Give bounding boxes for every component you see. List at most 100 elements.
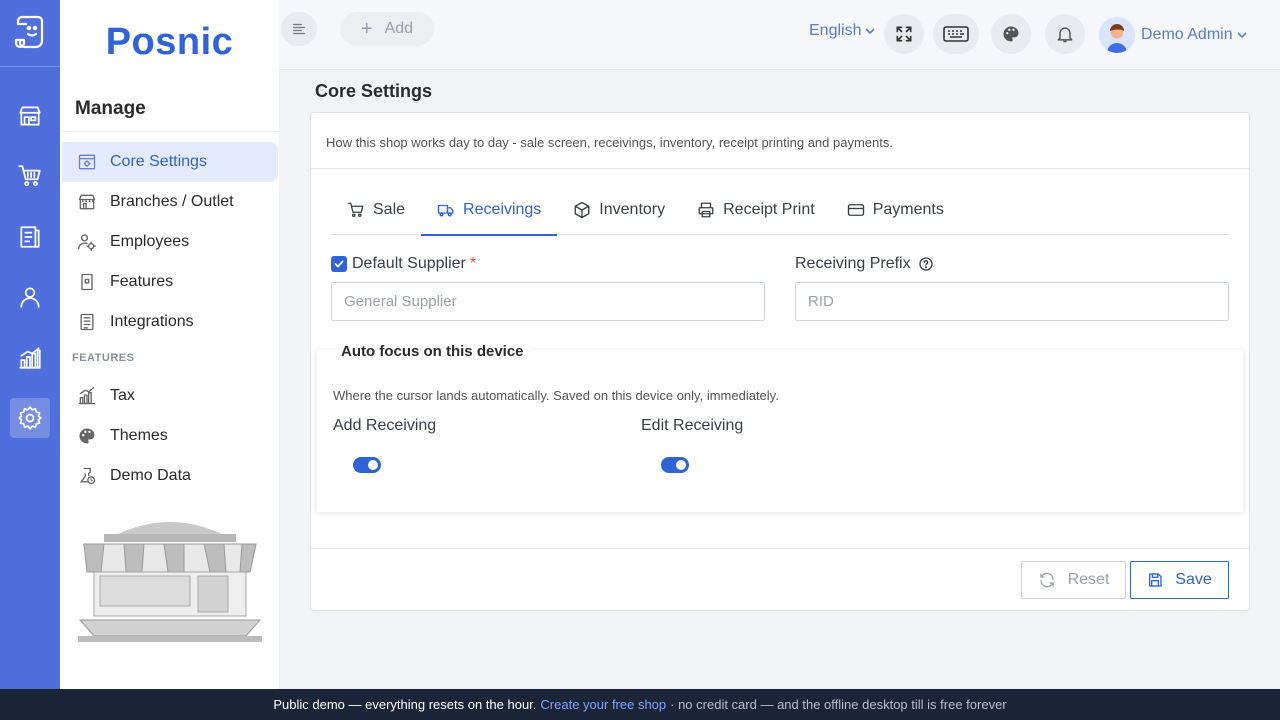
features-icon	[76, 271, 98, 293]
rail-divider	[0, 66, 60, 67]
sidebar-item-label: Themes	[110, 427, 168, 444]
required-marker: *	[469, 255, 477, 272]
tab-label: Inventory	[599, 201, 666, 218]
help-circle-icon[interactable]	[918, 256, 934, 272]
tab-inventory[interactable]: Inventory	[557, 185, 681, 235]
employees-icon	[76, 231, 98, 253]
printer-icon	[697, 201, 715, 219]
save-icon	[1147, 572, 1163, 588]
plus-icon: +	[360, 17, 373, 40]
add-button[interactable]: + Add	[340, 12, 434, 46]
card-icon	[847, 201, 865, 219]
sidebar-item-tax[interactable]: Tax	[62, 376, 278, 416]
avatar[interactable]	[1099, 17, 1135, 53]
top-header: + Add English Demo Admin	[279, 0, 1280, 70]
sidebar-divider	[60, 131, 279, 132]
save-button[interactable]: Save	[1130, 561, 1229, 599]
theme-button[interactable]	[991, 14, 1031, 54]
autofocus-description: Where the cursor lands automatically. Sa…	[333, 388, 779, 403]
demo-data-icon	[76, 465, 98, 487]
sidebar-item-label: Core Settings	[110, 153, 207, 170]
sidebar-item-label: Employees	[110, 233, 190, 250]
language-label: English	[809, 22, 862, 39]
tab-sale[interactable]: Sale	[331, 185, 421, 235]
palette-icon	[76, 425, 98, 447]
tax-icon	[76, 385, 98, 407]
receiving-prefix-label: Receiving Prefix	[795, 255, 934, 273]
chevron-down-icon	[1237, 32, 1247, 39]
tab-payments[interactable]: Payments	[831, 185, 960, 235]
tab-label: Receivings	[463, 201, 542, 218]
create-shop-link[interactable]: Create your free shop	[540, 697, 666, 712]
icon-rail	[0, 0, 60, 689]
sidebar-heading: Manage	[75, 98, 146, 119]
tab-receivings[interactable]: Receivings	[421, 185, 558, 236]
edit-receiving-toggle[interactable]	[661, 457, 689, 473]
notifications-button[interactable]	[1045, 14, 1085, 54]
box-icon	[573, 201, 591, 219]
palette-icon	[1003, 26, 1019, 42]
rail-store-icon[interactable]	[10, 96, 50, 136]
add-receiving-label: Add Receiving	[333, 417, 437, 434]
rail-cart-icon[interactable]	[10, 156, 50, 196]
autofocus-panel: Auto focus on this device Where the curs…	[317, 343, 1243, 512]
sidebar-item-integrations[interactable]: Integrations	[62, 302, 278, 342]
refresh-icon	[1038, 571, 1056, 589]
save-button-label: Save	[1175, 571, 1212, 588]
banner-text: Public demo — everything resets on the h…	[273, 697, 537, 712]
branches-icon	[76, 191, 98, 213]
default-supplier-input[interactable]	[331, 282, 765, 321]
checkmark-icon	[334, 260, 344, 268]
sidebar-item-label: Demo Data	[110, 467, 191, 484]
add-receiving-toggle[interactable]	[353, 457, 381, 473]
receiving-prefix-label-text: Receiving Prefix	[795, 255, 911, 272]
bell-icon	[1057, 27, 1073, 43]
autofocus-title: Auto focus on this device	[341, 343, 530, 360]
language-selector[interactable]: English	[809, 22, 876, 40]
rail-settings-icon[interactable]	[10, 398, 50, 438]
keyboard-shortcuts-button[interactable]	[933, 14, 979, 54]
sidebar-item-label: Integrations	[110, 313, 194, 330]
rail-user-icon[interactable]	[10, 277, 50, 317]
default-supplier-label-text: Default Supplier	[352, 255, 466, 272]
page-title: Core Settings	[315, 81, 433, 101]
user-name: Demo Admin	[1141, 26, 1233, 43]
tab-label: Sale	[373, 201, 406, 218]
demo-banner: Public demo — everything resets on the h…	[0, 689, 1280, 720]
tab-label: Payments	[872, 201, 944, 218]
app-logo-icon[interactable]	[10, 12, 50, 52]
rail-clipboard-icon[interactable]	[10, 217, 50, 257]
tab-receipt-print[interactable]: Receipt Print	[681, 185, 831, 235]
user-menu[interactable]: Demo Admin	[1141, 26, 1248, 44]
chevron-down-icon	[865, 28, 876, 35]
cart-icon	[347, 201, 365, 219]
sidebar-item-features[interactable]: Features	[62, 262, 278, 302]
truck-icon	[437, 201, 455, 219]
sidebar-item-branches[interactable]: Branches / Outlet	[62, 182, 278, 222]
sidebar-item-themes[interactable]: Themes	[62, 416, 278, 456]
default-supplier-checkbox[interactable]	[331, 256, 347, 272]
card-divider	[311, 168, 1249, 169]
sidebar-item-label: Branches / Outlet	[110, 193, 234, 210]
fullscreen-icon	[896, 26, 912, 42]
edit-receiving-label: Edit Receiving	[641, 417, 744, 434]
core-settings-icon	[76, 151, 98, 173]
fullscreen-button[interactable]	[884, 14, 924, 54]
tab-label: Receipt Print	[723, 201, 815, 218]
settings-tabs: Sale Receivings Inventory Receipt Print …	[331, 185, 1229, 236]
sidebar-section-label: FEATURES	[72, 352, 135, 364]
sidebar-item-demo-data[interactable]: Demo Data	[62, 456, 278, 496]
reset-button-label: Reset	[1067, 571, 1110, 588]
banner-tail: · no credit card — and the offline deskt…	[670, 697, 1007, 712]
settings-card: How this shop works day to day - sale sc…	[310, 112, 1250, 611]
receiving-prefix-input[interactable]	[795, 282, 1229, 321]
sidebar-item-core-settings[interactable]: Core Settings	[62, 142, 278, 182]
brand-logo[interactable]: Posnic	[60, 0, 279, 84]
sidebar: Posnic Manage Core Settings Branches / O…	[60, 0, 279, 689]
shop-illustration	[78, 522, 262, 642]
rail-analytics-icon[interactable]	[10, 338, 50, 378]
sidebar-item-label: Features	[110, 273, 174, 290]
sidebar-item-employees[interactable]: Employees	[62, 222, 278, 262]
menu-toggle-button[interactable]	[281, 12, 317, 46]
reset-button[interactable]: Reset	[1021, 561, 1126, 599]
